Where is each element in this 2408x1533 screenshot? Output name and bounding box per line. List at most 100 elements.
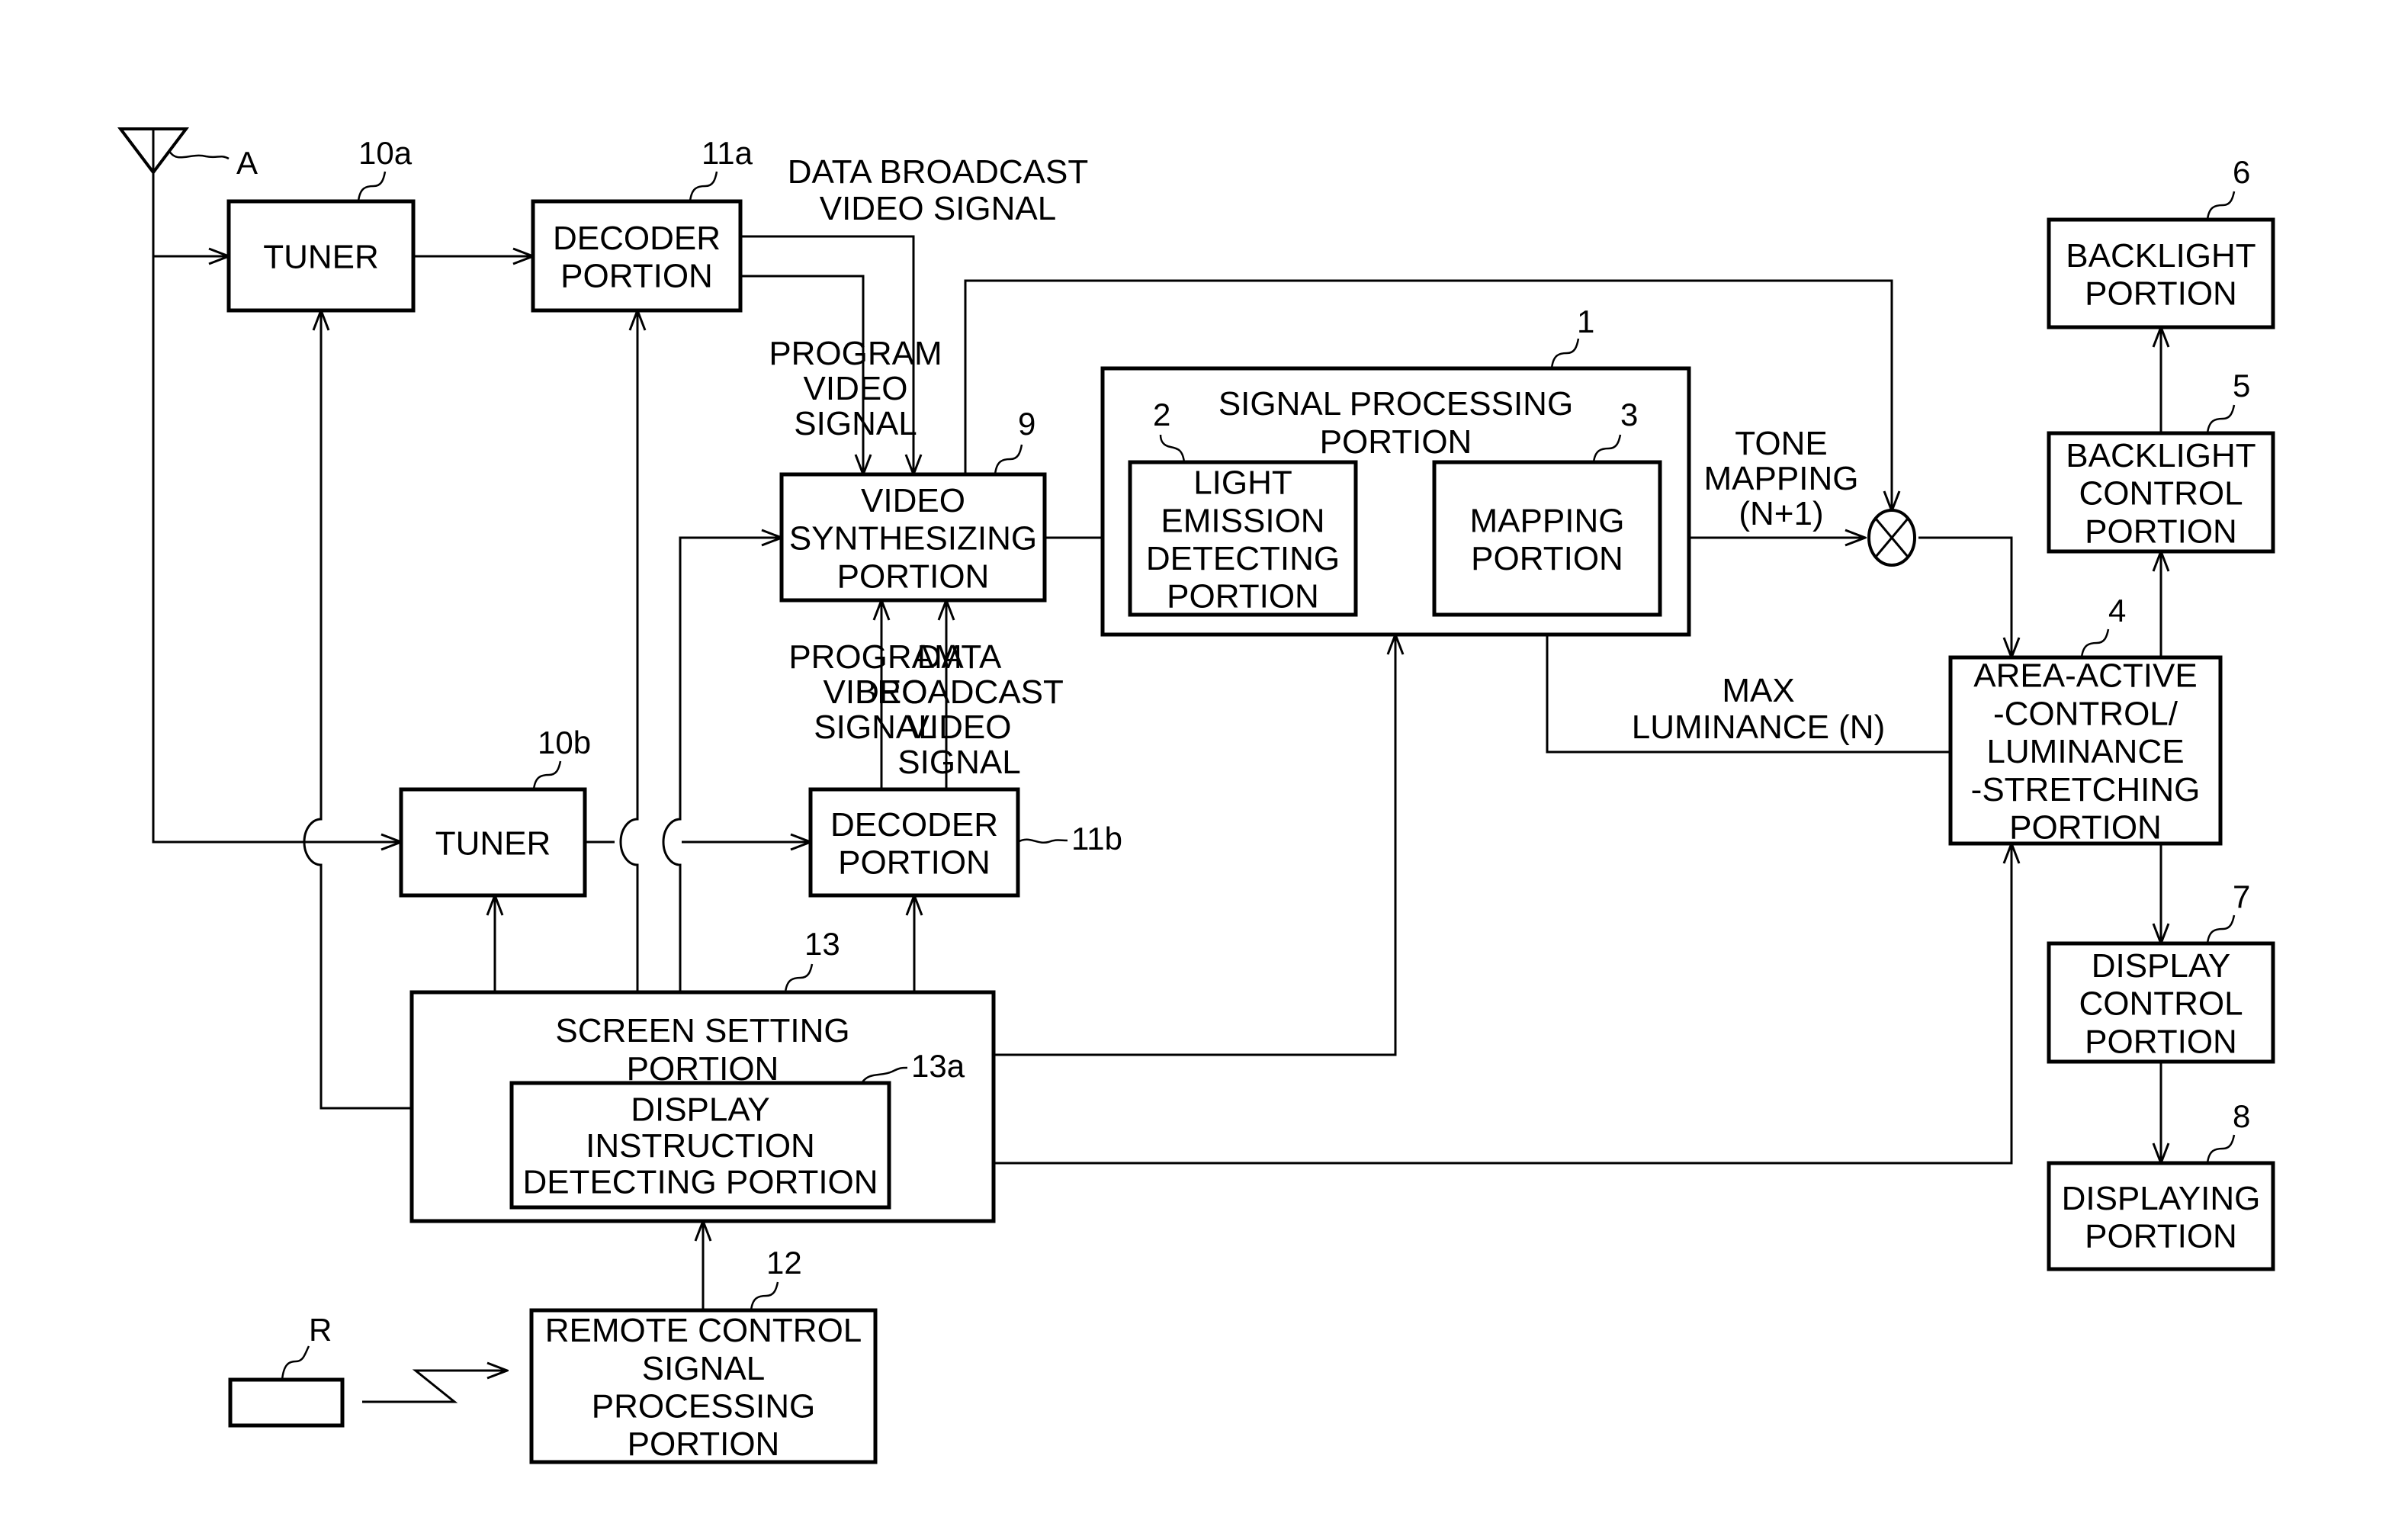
decoder-a-label-line: PORTION [560, 257, 713, 294]
area-active-label-line: -STRETCHING [1971, 771, 2201, 808]
screen-setting-ref-number: 13 [804, 926, 840, 962]
signal-label-line: DATA [917, 638, 1002, 676]
remote-control-icon: R [228, 1312, 345, 1428]
signal-proc-label-line: SIGNAL PROCESSING [1218, 385, 1573, 423]
light-emission-label-line: PORTION [1167, 578, 1319, 615]
screen-setting-to-area-active [994, 844, 2011, 1165]
signal-label-line: LUMINANCE (N) [1632, 709, 1885, 746]
video-synth-label-line: SYNTHESIZING [789, 520, 1037, 558]
decoder-b-ref-leader [1017, 838, 1068, 844]
tuner-b-label-line: TUNER [435, 825, 551, 863]
signal-label-program-video-a: PROGRAMVIDEOSIGNAL [769, 335, 942, 442]
signal-label-line: VIDEO [804, 370, 908, 407]
remote-proc-label-line: PORTION [628, 1425, 780, 1463]
signal-label-line: MAX [1722, 672, 1794, 709]
blocks: TUNER10aDECODERPORTION11aVIDEOSYNTHESIZI… [226, 135, 2275, 1464]
screen-setting-label-line: SCREEN SETTING [555, 1012, 849, 1049]
displaying-ref-leader [2206, 1134, 2236, 1164]
backlight-label-line: BACKLIGHT [2066, 237, 2255, 275]
displaying-label-line: DISPLAYING [2062, 1180, 2261, 1217]
display-instr-label-line: INSTRUCTION [586, 1127, 815, 1165]
block-diagram: A R TUNER10aDECODERPORTION11aVIDEOSYNTHE… [117, 127, 2275, 1464]
video-synth-label-line: VIDEO [861, 482, 965, 519]
wireless-signal-zigzag [362, 1371, 507, 1403]
multiplier-icon [1867, 509, 1916, 567]
signal-label-line: MAPPING [1704, 460, 1859, 497]
mapping-label-line: PORTION [1471, 540, 1623, 577]
signal-proc-label-line: PORTION [1320, 423, 1472, 461]
display-ctrl-label-line: DISPLAY [2092, 947, 2231, 985]
remote-proc-label-line: SIGNAL [642, 1350, 765, 1387]
backlight-ctrl-label-line: CONTROL [2079, 475, 2243, 513]
signal-label-line: PROGRAM [769, 335, 942, 372]
backlight-ref-leader [2206, 191, 2236, 220]
light-emission-label-line: LIGHT [1193, 464, 1292, 502]
remote-proc-ref-number: 12 [766, 1245, 802, 1281]
tuner-a-label-line: TUNER [263, 239, 379, 276]
area-active-label-line: LUMINANCE [1986, 733, 2184, 770]
light-emission-ref-number: 2 [1153, 397, 1170, 432]
signal-label-line: DATA BROADCAST [788, 153, 1088, 191]
block-backlight: BACKLIGHTPORTION 6 [2047, 154, 2275, 329]
signal-label-line: VIDEO [907, 709, 1012, 746]
displaying-ref-number: 8 [2233, 1098, 2250, 1134]
signal-label-tone-mapping: TONEMAPPING(N+1) [1704, 425, 1859, 532]
signal-label-line: TONE [1735, 425, 1827, 462]
signal-label-max-luminance: MAXLUMINANCE (N) [1632, 672, 1885, 746]
area-active-label-line: -CONTROL/ [1993, 695, 2178, 732]
backlight-ctrl-label-line: BACKLIGHT [2066, 437, 2255, 474]
video-synth-ref-number: 9 [1018, 406, 1035, 442]
backlight-ctrl-ref-leader [2206, 404, 2236, 434]
signal-label-data-broadcast-a: DATA BROADCASTVIDEO SIGNAL [788, 153, 1088, 227]
light-emission-label-line: DETECTING [1146, 540, 1340, 577]
remote-proc-ref-leader [750, 1281, 779, 1311]
decoder-a-label-line: DECODER [553, 220, 721, 257]
mapping-label-line: MAPPING [1470, 502, 1625, 539]
display-ctrl-ref-number: 7 [2233, 879, 2250, 914]
signal-label-line: SIGNAL [794, 405, 917, 442]
decoder-b-ref-number: 11b [1071, 821, 1122, 856]
area-active-ref-leader [2080, 628, 2110, 658]
backlight-ctrl-label-line: PORTION [2085, 513, 2237, 550]
signal-label-line: (N+1) [1739, 495, 1823, 532]
display-ctrl-ref-leader [2206, 914, 2236, 944]
tuner-b-ref-number: 10b [538, 725, 591, 760]
multiplier-to-area-active [1918, 536, 2011, 657]
tuner-b-ref-leader [532, 760, 562, 790]
signal-label-line: SIGNAL [897, 744, 1020, 781]
displaying-label-line: PORTION [2085, 1217, 2237, 1255]
signal-label-line: VIDEO SIGNAL [820, 190, 1057, 227]
backlight-label-line: PORTION [2085, 275, 2237, 312]
screen-setting-ref-leader [784, 963, 814, 993]
tuner-a-ref-number: 10a [358, 135, 413, 171]
screen-setting-to-tuner-a [303, 310, 412, 1110]
block-tuner-b: TUNER 10b [399, 725, 591, 898]
block-decoder-b: DECODERPORTION 11b [808, 787, 1122, 898]
screen-setting-to-video-synth [662, 538, 782, 992]
decoder-b-label-line: DECODER [830, 806, 998, 844]
backlight-ref-number: 6 [2233, 154, 2250, 190]
video-synth-label-line: PORTION [837, 558, 990, 595]
block-area-active: AREA-ACTIVE-CONTROL/LUMINANCE-STRETCHING… [1948, 593, 2223, 846]
decoder-b-label-line: PORTION [838, 844, 990, 881]
remote-proc-label-line: PROCESSING [592, 1387, 815, 1425]
antenna-ref: A [236, 145, 258, 181]
display-instr-label-line: DETECTING PORTION [522, 1163, 878, 1200]
mapping-ref-number: 3 [1620, 397, 1638, 432]
remote-proc-label-line: REMOTE CONTROL [545, 1312, 862, 1349]
area-active-label-line: PORTION [2009, 808, 2162, 846]
antenna-icon: A [117, 127, 258, 181]
light-emission-label-line: EMISSION [1161, 502, 1324, 539]
decoder-a-ref-number: 11a [702, 135, 753, 171]
display-instr-label-line: DISPLAY [631, 1091, 770, 1128]
area-active-label-line: AREA-ACTIVE [1973, 657, 2197, 695]
backlight-ctrl-ref-number: 5 [2233, 368, 2250, 403]
tuner-a-ref-leader [357, 171, 387, 202]
display-ctrl-label-line: CONTROL [2079, 985, 2243, 1023]
signal-proc-ref-leader [1550, 338, 1580, 369]
display-ctrl-label-line: PORTION [2085, 1023, 2237, 1060]
decoder-a-ref-leader [689, 171, 718, 202]
area-active-ref-number: 4 [2108, 593, 2126, 628]
screen-setting-to-decoder-a [619, 310, 637, 992]
display-instr-ref-number: 13a [911, 1048, 965, 1084]
